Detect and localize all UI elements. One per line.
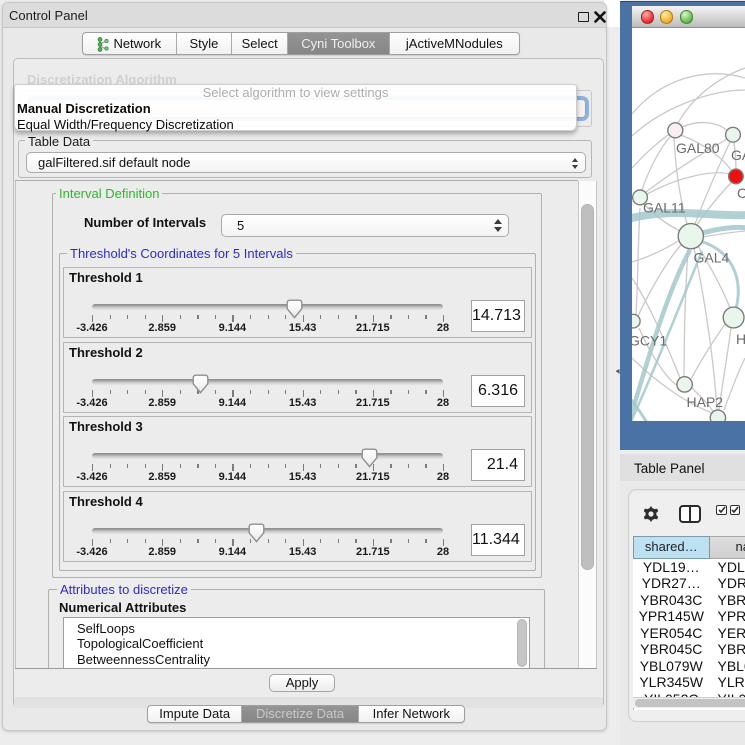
svg-text:GAL11: GAL11 bbox=[643, 200, 686, 216]
svg-text:C: C bbox=[737, 185, 745, 201]
svg-text:GCY1: GCY1 bbox=[632, 332, 667, 348]
svg-text:GA: GA bbox=[731, 147, 745, 163]
svg-text:HAP2: HAP2 bbox=[687, 394, 724, 410]
svg-text:H: H bbox=[736, 331, 745, 347]
svg-text:GAL80: GAL80 bbox=[676, 140, 720, 156]
svg-text:GAL4: GAL4 bbox=[694, 249, 730, 265]
